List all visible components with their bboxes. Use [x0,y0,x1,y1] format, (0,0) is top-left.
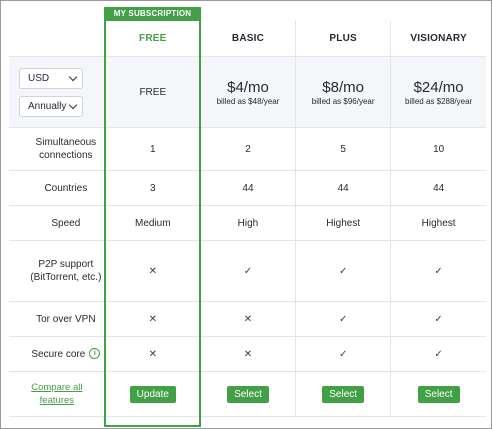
cross-icon: ✕ [105,336,201,372]
plan-header-row: FREE BASIC PLUS VISIONARY [9,21,486,57]
feature-label: Countries [9,170,106,206]
chevron-down-icon [68,100,78,109]
info-circle-icon[interactable]: i [89,348,101,360]
header-corner-cell [9,21,106,57]
check-icon: ✓ [200,240,297,302]
action-visionary: Select [390,371,486,417]
price-amount: $4/mo [227,78,269,96]
action-plus: Select [295,371,392,417]
feature-row-simultaneous: Simultaneous connections 1 2 5 10 [9,127,486,171]
price-free: FREE [105,56,201,128]
price-amount: $8/mo [322,78,364,96]
price-plus: $8/mo billed as $96/year [295,56,392,128]
select-plus-button[interactable]: Select [322,385,365,403]
check-icon: ✓ [390,301,486,337]
feature-row-secure-core: Secure core i ✕ ✕ ✓ ✓ [9,336,486,372]
price-amount: $24/mo [413,78,464,96]
price-row: USD Annually FREE $4/mo billed as $48/ye… [9,56,486,128]
feature-value: 2 [200,127,297,171]
cross-icon: ✕ [105,240,201,302]
price-billed-note: billed as $96/year [311,96,375,106]
compare-all-features-link[interactable]: Compare all features [31,381,83,407]
feature-value: 3 [105,170,201,206]
plan-header-plus: PLUS [295,21,392,57]
chevron-down-icon [68,72,78,81]
feature-row-p2p: P2P support (BitTorrent, etc.) ✕ ✓ ✓ ✓ [9,240,486,302]
check-icon: ✓ [295,240,392,302]
billing-cycle-select[interactable]: Annually [19,95,83,117]
price-billed-note: billed as $288/year [405,96,473,106]
select-basic-button[interactable]: Select [227,385,269,403]
feature-value: 1 [105,127,201,171]
currency-select[interactable]: USD [19,67,83,89]
select-visionary-button[interactable]: Select [417,385,460,403]
feature-value: Highest [390,205,486,241]
cross-icon: ✕ [105,301,201,337]
my-subscription-tag: MY SUBSCRIPTION [104,7,201,21]
feature-label: Secure core [31,348,86,360]
cross-icon: ✕ [200,336,297,372]
feature-value: 44 [390,170,486,206]
price-free-label: FREE [139,86,167,98]
cross-icon: ✕ [200,301,297,337]
price-visionary: $24/mo billed as $288/year [390,56,486,128]
feature-label: Speed [9,205,106,241]
feature-label-cell: Secure core i [9,336,106,372]
feature-row-tor: Tor over VPN ✕ ✕ ✓ ✓ [9,301,486,337]
plan-header-visionary: VISIONARY [390,21,486,57]
feature-value: 44 [200,170,297,206]
plans-panel: FREE BASIC PLUS VISIONARY USD Annually F… [0,0,492,429]
feature-value: Highest [295,205,392,241]
compare-cell: Compare all features [9,371,106,417]
feature-label: P2P support (BitTorrent, etc.) [9,240,106,302]
currency-billing-cell: USD Annually [9,56,106,128]
plan-header-free: FREE [105,21,201,57]
action-free: Update [105,371,201,417]
feature-row-countries: Countries 3 44 44 44 [9,170,486,206]
check-icon: ✓ [390,240,486,302]
billing-cycle-select-value: Annually [28,100,67,112]
check-icon: ✓ [295,301,392,337]
feature-label: Tor over VPN [9,301,106,337]
check-icon: ✓ [390,336,486,372]
check-icon: ✓ [295,336,392,372]
plan-header-basic: BASIC [200,21,297,57]
action-basic: Select [200,371,297,417]
feature-value: 44 [295,170,392,206]
feature-value: 5 [295,127,392,171]
feature-row-speed: Speed Medium High Highest Highest [9,205,486,241]
action-row: Compare all features Update Select Selec… [9,371,486,417]
price-billed-note: billed as $48/year [216,96,280,106]
update-button[interactable]: Update [129,385,176,403]
plans-comparison-table: FREE BASIC PLUS VISIONARY USD Annually F… [9,21,486,417]
currency-select-value: USD [28,72,50,84]
feature-value: High [200,205,297,241]
price-basic: $4/mo billed as $48/year [200,56,297,128]
feature-value: Medium [105,205,201,241]
feature-label: Simultaneous connections [9,127,106,171]
feature-value: 10 [390,127,486,171]
